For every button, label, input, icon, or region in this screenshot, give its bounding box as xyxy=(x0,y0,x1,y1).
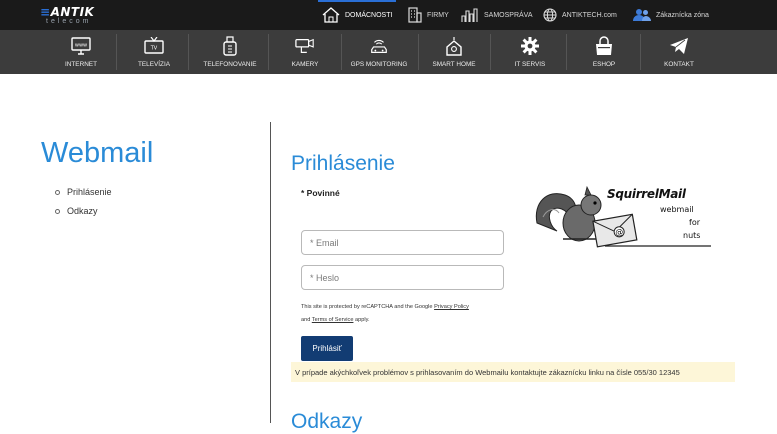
captcha-text: This site is protected by reCAPTCHA and … xyxy=(301,304,435,310)
support-notice: V prípade akýchkoľvek problémov s prihla… xyxy=(291,362,735,382)
captcha-text: and xyxy=(301,317,312,323)
squirrelmail-logo: @ SquirrelMail webmail for nuts xyxy=(533,183,713,249)
login-title: Prihlásenie xyxy=(291,152,395,175)
camera-icon xyxy=(295,36,315,56)
topbar-zakaznicka-zona[interactable]: Zákaznícka zóna xyxy=(633,0,709,30)
gear-icon xyxy=(520,36,540,56)
svg-text:@: @ xyxy=(615,227,624,237)
nav-gps-monitoring[interactable]: GPS MONITORING xyxy=(346,30,412,74)
nav-label: KONTAKT xyxy=(664,61,694,68)
nav-separator xyxy=(566,34,567,70)
paper-plane-icon xyxy=(669,36,689,56)
column-divider xyxy=(270,122,271,423)
nav-smart-home[interactable]: SMART HOME xyxy=(426,30,482,74)
topbar-label: FIRMY xyxy=(427,11,449,19)
antik-logo[interactable]: ≡ANTIK telecom xyxy=(40,5,120,27)
nav-kamery[interactable]: KAMERY xyxy=(277,30,333,74)
nav-label: GPS MONITORING xyxy=(350,61,408,68)
squirrelmail-line: nuts xyxy=(683,231,701,240)
main-nav: www INTERNET TV TELEVÍZIA TELEFONOVANIE … xyxy=(0,30,777,74)
captcha-text: apply. xyxy=(353,317,370,323)
nav-separator xyxy=(341,34,342,70)
nav-televizia[interactable]: TV TELEVÍZIA xyxy=(126,30,182,74)
topbar-label: Zákaznícka zóna xyxy=(656,11,709,19)
login-button[interactable]: Prihlásiť xyxy=(301,336,353,361)
globe-icon xyxy=(543,8,557,22)
nav-label: INTERNET xyxy=(65,61,97,68)
recaptcha-notice: This site is protected by reCAPTCHA and … xyxy=(301,301,521,327)
topbar-label: ANTIKTECH.com xyxy=(562,11,617,19)
sidebar-link-label: Prihlásenie xyxy=(67,187,112,197)
top-bar: ≡ANTIK telecom DOMÁCNOSTI FIRMY SAMOSPRÁ… xyxy=(0,0,777,30)
nav-label: SMART HOME xyxy=(432,61,476,68)
required-note: * Povinné xyxy=(301,188,340,198)
terms-of-service-link[interactable]: Terms of Service xyxy=(312,317,354,323)
nav-label: IT SERVIS xyxy=(514,61,546,68)
sidebar-link-label: Odkazy xyxy=(67,206,98,216)
squirrelmail-title: SquirrelMail xyxy=(607,187,686,201)
nav-separator xyxy=(418,34,419,70)
topbar-label: DOMÁCNOSTI xyxy=(345,11,393,19)
nav-separator xyxy=(188,34,189,70)
svg-text:www: www xyxy=(75,43,87,49)
svg-text:TV: TV xyxy=(150,46,158,52)
topbar-samosprava[interactable]: SAMOSPRÁVA xyxy=(461,0,533,30)
brand-sub: telecom xyxy=(46,18,92,25)
nav-label: TELEVÍZIA xyxy=(138,61,170,68)
nav-it-servis[interactable]: IT SERVIS xyxy=(502,30,558,74)
tv-icon: TV xyxy=(144,36,164,56)
topbar-label: SAMOSPRÁVA xyxy=(484,11,533,19)
sidebar-title: Webmail xyxy=(41,137,154,169)
users-icon xyxy=(633,9,651,21)
www-monitor-icon: www xyxy=(71,36,91,56)
nav-eshop[interactable]: ESHOP xyxy=(576,30,632,74)
city-icon xyxy=(461,8,478,22)
nav-label: TELEFONOVANIE xyxy=(203,61,257,68)
topbar-antiktech[interactable]: ANTIKTECH.com xyxy=(543,0,617,30)
nav-internet[interactable]: www INTERNET xyxy=(53,30,109,74)
nav-separator xyxy=(116,34,117,70)
nav-label: ESHOP xyxy=(592,61,616,68)
sidebar-link-prihlasenie[interactable]: Prihlásenie xyxy=(55,187,112,197)
squirrelmail-line: for xyxy=(689,218,700,227)
nav-separator xyxy=(490,34,491,70)
nav-separator xyxy=(268,34,269,70)
sidebar-link-odkazy[interactable]: Odkazy xyxy=(55,206,98,216)
shopping-bag-icon xyxy=(594,36,614,56)
topbar-domacnosti[interactable]: DOMÁCNOSTI xyxy=(317,0,397,30)
nav-kontakt[interactable]: KONTAKT xyxy=(651,30,707,74)
brand-name: ANTIK xyxy=(50,5,95,19)
car-gps-icon xyxy=(369,36,389,56)
odkazy-section-title: Odkazy xyxy=(291,410,363,433)
nav-telefonovanie[interactable]: TELEFONOVANIE xyxy=(199,30,261,74)
smart-home-icon xyxy=(444,36,464,56)
topbar-firmy[interactable]: FIRMY xyxy=(408,0,449,30)
bullet-icon xyxy=(55,208,60,214)
email-field[interactable] xyxy=(301,230,504,255)
nav-label: KAMERY xyxy=(291,61,319,68)
building-icon xyxy=(408,7,422,23)
privacy-policy-link[interactable]: Privacy Policy xyxy=(434,304,469,310)
support-notice-text: V prípade akýchkoľvek problémov s prihla… xyxy=(295,367,680,377)
bullet-icon xyxy=(55,189,60,195)
squirrelmail-line: webmail xyxy=(660,205,694,214)
nav-separator xyxy=(640,34,641,70)
house-icon xyxy=(322,7,340,23)
phone-icon xyxy=(220,36,240,56)
password-field[interactable] xyxy=(301,265,504,290)
